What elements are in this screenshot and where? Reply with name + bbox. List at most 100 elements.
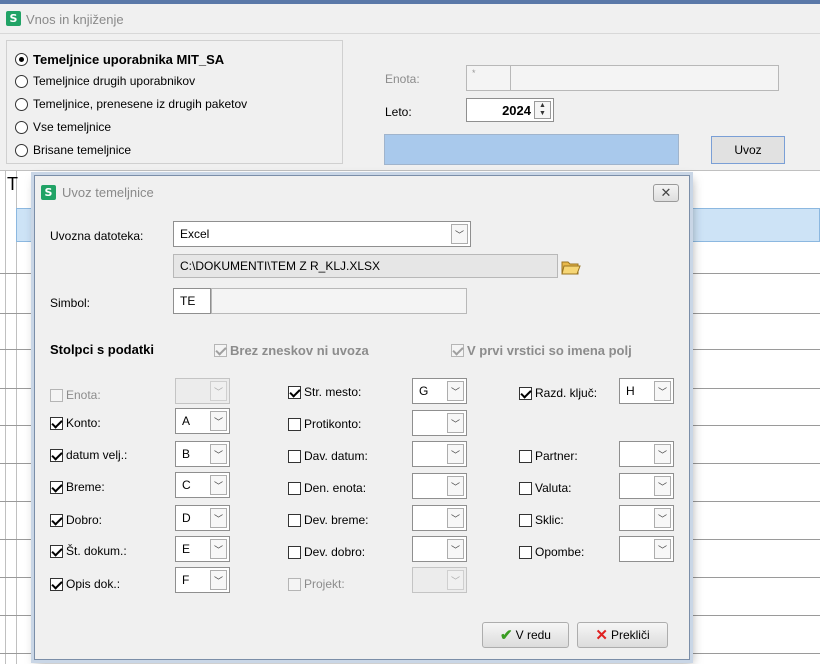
radio-indicator[interactable] (15, 143, 28, 157)
checkbox-opombe[interactable]: Opombe: (519, 544, 584, 560)
checkbox-dobro[interactable]: Dobro: (50, 512, 102, 528)
chevron-down-icon[interactable]: ﹀ (447, 539, 464, 559)
konto-column-select[interactable]: A ﹀ (175, 408, 230, 434)
radio-other-users[interactable]: Temeljnice drugih uporabnikov (15, 71, 195, 91)
radio-own-journals[interactable]: Temeljnice uporabnika MIT_SA (15, 49, 224, 69)
chevron-down-icon[interactable]: ﹀ (210, 411, 227, 431)
checkbox-indicator[interactable] (50, 448, 63, 462)
checkbox-indicator[interactable] (288, 449, 301, 463)
checkbox-label: V prvi vrstici so imena polj (467, 342, 632, 358)
checkbox-indicator[interactable] (519, 545, 532, 559)
checkbox-label: Str. mesto: (304, 385, 362, 399)
uvoz-button[interactable]: Uvoz (711, 136, 785, 164)
checkbox-indicator[interactable] (50, 416, 63, 430)
checkbox-dav-datum[interactable]: Dav. datum: (288, 448, 368, 464)
checkbox-razd-kljuc[interactable]: Razd. ključ: (519, 385, 597, 401)
checkbox-dev-breme[interactable]: Dev. breme: (288, 512, 368, 528)
radio-label: Vse temeljnice (33, 120, 112, 134)
import-type-select[interactable]: Excel ﹀ (173, 221, 471, 247)
chevron-down-icon[interactable]: ﹀ (447, 413, 464, 433)
chevron-down-icon[interactable]: ﹀ (210, 444, 227, 464)
chevron-down-icon[interactable]: ﹀ (210, 475, 227, 495)
checkbox-indicator[interactable] (288, 545, 301, 559)
cancel-button[interactable]: ✕ Prekliči (577, 622, 668, 648)
checkbox-indicator[interactable] (288, 417, 301, 431)
checkbox-indicator[interactable] (519, 386, 532, 400)
checkbox-datum-velj[interactable]: datum velj.: (50, 447, 127, 463)
ok-button[interactable]: ✔ V redu (482, 622, 569, 648)
chevron-down-icon[interactable]: ﹀ (654, 508, 671, 528)
checkbox-konto[interactable]: Konto: (50, 415, 101, 431)
chevron-down-icon[interactable]: ﹀ (654, 476, 671, 496)
chevron-down-icon[interactable]: ﹀ (447, 508, 464, 528)
chevron-down-icon[interactable]: ﹀ (210, 508, 227, 528)
simbol-code-field[interactable]: TE (173, 288, 211, 314)
grid-col-divider (16, 171, 17, 664)
chevron-down-icon[interactable]: ﹀ (654, 539, 671, 559)
dev-breme-column-select[interactable]: ﹀ (412, 505, 467, 531)
spinner-updown-icon[interactable]: ▲ ▼ (534, 101, 551, 119)
radio-indicator[interactable] (15, 120, 28, 134)
str-mesto-column-select[interactable]: G ﹀ (412, 378, 467, 404)
file-path-field[interactable]: C:\DOKUMENTI\TEM Z R_KLJ.XLSX (173, 254, 558, 278)
sklic-column-select[interactable]: ﹀ (619, 505, 674, 531)
radio-all[interactable]: Vse temeljnice (15, 117, 111, 137)
protikonto-column-select[interactable]: ﹀ (412, 410, 467, 436)
checkbox-sklic[interactable]: Sklic: (519, 512, 564, 528)
opombe-column-select[interactable]: ﹀ (619, 536, 674, 562)
checkbox-indicator[interactable] (288, 513, 301, 527)
partner-column-select[interactable]: ﹀ (619, 441, 674, 467)
chevron-down-icon[interactable]: ﹀ (447, 381, 464, 401)
breme-column-select[interactable]: C ﹀ (175, 472, 230, 498)
checkbox-den-enota[interactable]: Den. enota: (288, 480, 366, 496)
den-enota-column-select[interactable]: ﹀ (412, 473, 467, 499)
radio-transferred[interactable]: Temeljnice, prenesene iz drugih paketov (15, 94, 247, 114)
checkbox-indicator[interactable] (288, 385, 301, 399)
radio-indicator[interactable] (15, 74, 28, 88)
checkbox-indicator[interactable] (288, 481, 301, 495)
chevron-down-icon[interactable]: ﹀ (654, 381, 671, 401)
checkbox-label: Valuta: (535, 481, 572, 495)
chevron-down-icon[interactable]: ﹀ (654, 444, 671, 464)
chevron-down-icon[interactable]: ﹀ (210, 570, 227, 590)
chevron-down-icon[interactable]: ﹀ (210, 539, 227, 559)
checkbox-indicator[interactable] (50, 544, 63, 558)
chevron-down-icon[interactable]: ﹀ (451, 224, 468, 244)
datum-velj-column-select[interactable]: B ﹀ (175, 441, 230, 467)
razd-kljuc-column-select[interactable]: H ﹀ (619, 378, 674, 404)
checkbox-projekt: Projekt: (288, 576, 345, 592)
opis-dok-column-select[interactable]: F ﹀ (175, 567, 230, 593)
checkbox-indicator[interactable] (50, 513, 63, 527)
dav-datum-column-select[interactable]: ﹀ (412, 441, 467, 467)
checkbox-indicator[interactable] (50, 577, 63, 591)
checkbox-partner[interactable]: Partner: (519, 448, 578, 464)
radio-label: Brisane temeljnice (33, 143, 132, 157)
checkbox-valuta[interactable]: Valuta: (519, 480, 571, 496)
checkbox-opis-dok[interactable]: Opis dok.: (50, 576, 120, 592)
dobro-column-select[interactable]: D ﹀ (175, 505, 230, 531)
checkbox-str-mesto[interactable]: Str. mesto: (288, 384, 361, 400)
close-icon[interactable]: ✕ (653, 184, 679, 202)
st-dokum-column-select[interactable]: E ﹀ (175, 536, 230, 562)
chevron-down-icon[interactable]: ﹀ (447, 444, 464, 464)
checkbox-indicator[interactable] (519, 513, 532, 527)
radio-indicator[interactable] (15, 52, 28, 66)
dev-dobro-column-select[interactable]: ﹀ (412, 536, 467, 562)
enota-code-field[interactable]: * (466, 65, 511, 91)
checkbox-indicator[interactable] (519, 449, 532, 463)
radio-indicator[interactable] (15, 97, 28, 111)
radio-deleted[interactable]: Brisane temeljnice (15, 140, 131, 160)
checkbox-indicator[interactable] (50, 480, 63, 494)
window-title: Vnos in knjiženje (26, 12, 124, 27)
checkbox-dev-dobro[interactable]: Dev. dobro: (288, 544, 365, 560)
chevron-down-icon[interactable]: ﹀ (447, 476, 464, 496)
checkbox-protikonto[interactable]: Protikonto: (288, 416, 361, 432)
checkbox-breme[interactable]: Breme: (50, 479, 105, 495)
valuta-column-select[interactable]: ﹀ (619, 473, 674, 499)
checkbox-st-dokum[interactable]: Št. dokum.: (50, 543, 127, 559)
projekt-column-select: ﹀ (412, 567, 467, 593)
select-value: G (419, 384, 429, 398)
checkbox-indicator[interactable] (519, 481, 532, 495)
leto-spinner[interactable]: 2024 ▲ ▼ (466, 98, 554, 122)
open-folder-icon[interactable] (560, 257, 582, 277)
